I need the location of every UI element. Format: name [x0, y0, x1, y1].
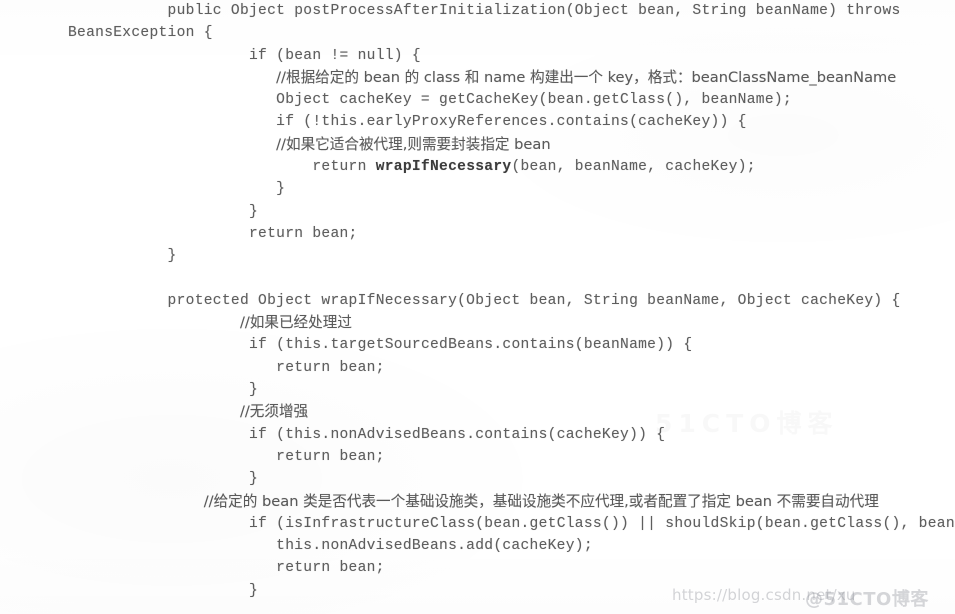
code-text: if (!this.earlyProxyReferences.contains(…: [276, 114, 747, 131]
code-line: }: [0, 379, 955, 401]
code-identifier-emphasis: wrapIfNecessary: [375, 159, 512, 176]
code-text: (bean, beanName, cacheKey);: [511, 159, 756, 176]
code-text: }: [249, 582, 259, 599]
code-line: }: [0, 468, 955, 490]
code-text: }: [249, 471, 259, 488]
code-text: return bean;: [276, 359, 385, 376]
code-text: if (bean != null) {: [249, 47, 421, 64]
code-text: Object cacheKey = getCacheKey(bean.getCl…: [276, 92, 792, 109]
code-text: this.nonAdvisedBeans.add(cacheKey);: [276, 538, 593, 555]
scanned-code-page: public Object postProcessAfterInitializa…: [0, 0, 955, 614]
code-line: //如果它适合被代理,则需要封装指定 bean: [0, 134, 955, 156]
code-line: }: [0, 178, 955, 200]
code-line: return bean;: [0, 446, 955, 468]
code-line: return bean;: [0, 357, 955, 379]
code-text: return bean;: [249, 225, 358, 242]
code-text: //给定的 bean 类是否代表一个基础设施类，基础设施类不应代理,或者配置了指…: [203, 492, 879, 510]
code-text: public Object postProcessAfterInitializa…: [167, 3, 901, 19]
code-text: //如果它适合被代理,则需要封装指定 bean: [276, 135, 551, 153]
code-line: //给定的 bean 类是否代表一个基础设施类，基础设施类不应代理,或者配置了指…: [0, 491, 955, 513]
code-line: }: [0, 580, 955, 602]
code-line: }: [0, 245, 955, 267]
code-line: return bean;: [0, 557, 955, 579]
code-text: return: [312, 159, 376, 176]
code-line: }: [0, 201, 955, 223]
code-line: if (bean != null) {: [0, 45, 955, 67]
code-text: }: [249, 382, 259, 399]
code-text: BeansException {: [68, 25, 213, 42]
code-text: }: [276, 181, 286, 198]
code-line: public Object postProcessAfterInitializa…: [0, 0, 955, 22]
code-line: return wrapIfNecessary(bean, beanName, c…: [0, 156, 955, 178]
code-line: //根据给定的 bean 的 class 和 name 构建出一个 key，格式…: [0, 67, 955, 89]
code-line: this.nonAdvisedBeans.add(cacheKey);: [0, 535, 955, 557]
code-text: }: [249, 203, 259, 220]
code-line: protected Object wrapIfNecessary(Object …: [0, 290, 955, 312]
code-text: if (isInfrastructureClass(bean.getClass(…: [249, 515, 955, 532]
code-line: if (!this.earlyProxyReferences.contains(…: [0, 111, 955, 133]
code-text: protected Object wrapIfNecessary(Object …: [167, 292, 901, 309]
code-text: //如果已经处理过: [239, 314, 352, 332]
code-text: return bean;: [276, 448, 385, 465]
code-line: return bean;: [0, 223, 955, 245]
code-text: return bean;: [276, 560, 385, 577]
code-text: if (this.nonAdvisedBeans.contains(cacheK…: [249, 426, 666, 443]
code-text: //根据给定的 bean 的 class 和 name 构建出一个 key，格式…: [276, 68, 897, 86]
code-text: //无须增强: [239, 403, 309, 421]
code-line: if (this.nonAdvisedBeans.contains(cacheK…: [0, 424, 955, 446]
code-line: //无须增强: [0, 401, 955, 423]
code-block: public Object postProcessAfterInitializa…: [0, 0, 955, 614]
code-line: if (this.targetSourcedBeans.contains(bea…: [0, 334, 955, 356]
code-line: BeansException {: [0, 22, 955, 44]
code-line: //如果已经处理过: [0, 312, 955, 334]
code-text: if (this.targetSourcedBeans.contains(bea…: [249, 337, 693, 354]
code-line: Object cacheKey = getCacheKey(bean.getCl…: [0, 89, 955, 111]
code-line: if (isInfrastructureClass(bean.getClass(…: [0, 513, 955, 535]
code-text: }: [167, 248, 177, 265]
